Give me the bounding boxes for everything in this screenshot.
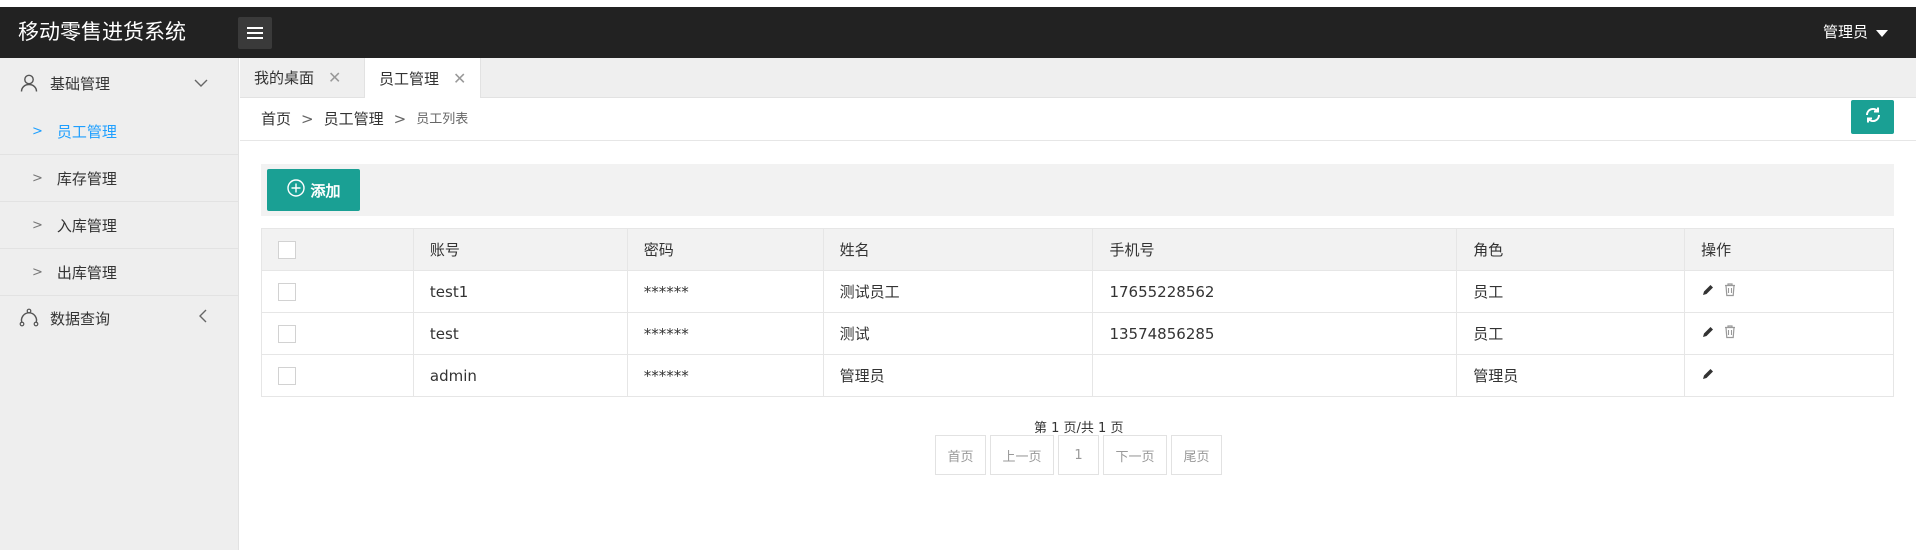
pagination-info: 第 1 页/共 1 页 bbox=[1034, 421, 1124, 436]
column-header: 角色 bbox=[1456, 228, 1686, 271]
breadcrumb-separator: > bbox=[301, 110, 314, 128]
sidebar-item-label: 入库管理 bbox=[56, 216, 117, 235]
chart-icon bbox=[18, 307, 40, 329]
cell-password: ****** bbox=[626, 270, 824, 313]
sidebar-group-basic[interactable]: 基础管理 bbox=[0, 58, 238, 108]
tab-label: 我的桌面 bbox=[254, 69, 315, 87]
breadcrumb: 首页 > 员工管理 > 员工列表 bbox=[261, 98, 468, 141]
select-all-cell bbox=[261, 228, 414, 271]
top-header: 移动零售进货系统 管理员 bbox=[0, 7, 1916, 58]
cell-account: test1 bbox=[412, 270, 628, 313]
cell-account: test bbox=[412, 312, 628, 355]
cell-actions bbox=[1684, 354, 1894, 397]
cell-role: 员工 bbox=[1456, 270, 1686, 313]
row-select-cell bbox=[261, 354, 414, 397]
cell-phone bbox=[1092, 354, 1458, 397]
row-select-cell bbox=[261, 270, 414, 313]
row-checkbox[interactable] bbox=[278, 324, 296, 343]
cell-actions bbox=[1684, 312, 1894, 355]
user-icon bbox=[18, 72, 40, 94]
add-label: 添加 bbox=[310, 181, 341, 200]
refresh-icon bbox=[1863, 105, 1883, 129]
chevron-right-icon: > bbox=[32, 170, 43, 186]
chevron-down-icon bbox=[194, 74, 208, 92]
sidebar-item-label: 库存管理 bbox=[56, 169, 117, 188]
column-header: 密码 bbox=[626, 228, 824, 271]
breadcrumb-separator: > bbox=[393, 110, 407, 128]
pagination-last[interactable]: 尾页 bbox=[1171, 435, 1222, 475]
table-row: test ****** 测试 13574856285 员工 bbox=[261, 312, 1894, 355]
chevron-right-icon: > bbox=[32, 217, 43, 233]
trash-icon[interactable] bbox=[1723, 324, 1737, 343]
row-select-cell bbox=[261, 312, 414, 355]
app-title: 移动零售进货系统 bbox=[18, 20, 186, 44]
sidebar-item-inventory[interactable]: > 库存管理 bbox=[0, 155, 238, 202]
pagination-current[interactable]: 1 bbox=[1058, 435, 1099, 475]
cell-name: 测试员工 bbox=[822, 270, 1094, 313]
tab-employee[interactable]: 员工管理 ✕ bbox=[364, 58, 482, 99]
cell-phone: 17655228562 bbox=[1092, 270, 1458, 313]
sidebar-item-employee[interactable]: > 员工管理 bbox=[0, 108, 238, 155]
menu-toggle-button[interactable] bbox=[238, 17, 272, 49]
column-header: 操作 bbox=[1684, 228, 1894, 271]
edit-icon[interactable] bbox=[1701, 325, 1715, 343]
cell-phone: 13574856285 bbox=[1092, 312, 1458, 355]
chevron-right-icon: > bbox=[32, 123, 43, 139]
user-menu[interactable]: 管理员 bbox=[1823, 7, 1888, 58]
sidebar-item-label: 员工管理 bbox=[56, 122, 117, 141]
row-checkbox[interactable] bbox=[278, 366, 296, 385]
breadcrumb-current: 员工列表 bbox=[416, 112, 469, 127]
sidebar-group-label: 基础管理 bbox=[50, 74, 111, 93]
sidebar-item-label: 出库管理 bbox=[56, 263, 117, 282]
edit-icon[interactable] bbox=[1701, 367, 1715, 385]
sidebar-item-stock-out[interactable]: > 出库管理 bbox=[0, 249, 238, 296]
close-icon[interactable]: ✕ bbox=[453, 59, 466, 99]
employee-table: 账号 密码 姓名 手机号 角色 操作 test1 ****** 测试员工 176… bbox=[261, 228, 1894, 397]
breadcrumb-bar: 首页 > 员工管理 > 员工列表 bbox=[240, 98, 1916, 141]
cell-name: 测试 bbox=[822, 312, 1094, 355]
cell-role: 员工 bbox=[1456, 312, 1686, 355]
table-row: test1 ****** 测试员工 17655228562 员工 bbox=[261, 270, 1894, 313]
close-icon[interactable]: ✕ bbox=[328, 58, 341, 98]
refresh-button[interactable] bbox=[1851, 100, 1894, 134]
sidebar-group-label: 数据查询 bbox=[50, 309, 111, 328]
column-header: 账号 bbox=[412, 228, 628, 271]
menu-icon bbox=[247, 27, 263, 39]
cell-password: ****** bbox=[626, 312, 824, 355]
sidebar-group-query[interactable]: 数据查询 bbox=[0, 296, 238, 340]
pagination-next[interactable]: 下一页 bbox=[1103, 435, 1167, 475]
row-checkbox[interactable] bbox=[278, 282, 296, 301]
cell-account: admin bbox=[412, 354, 628, 397]
edit-icon[interactable] bbox=[1701, 283, 1715, 301]
sidebar: 基础管理 > 员工管理 > 库存管理 > 入库管理 > 出库管理 数据查询 bbox=[0, 58, 239, 550]
sidebar-item-stock-in[interactable]: > 入库管理 bbox=[0, 202, 238, 249]
breadcrumb-home[interactable]: 首页 bbox=[261, 98, 291, 141]
pagination-prev[interactable]: 上一页 bbox=[990, 435, 1054, 475]
select-all-checkbox[interactable] bbox=[278, 240, 296, 259]
column-header: 手机号 bbox=[1092, 228, 1458, 271]
cell-name: 管理员 bbox=[822, 354, 1094, 397]
user-label: 管理员 bbox=[1822, 23, 1868, 41]
pagination-first[interactable]: 首页 bbox=[935, 435, 986, 475]
tab-bar: 我的桌面 ✕ 员工管理 ✕ bbox=[240, 58, 1916, 99]
chevron-left-icon bbox=[198, 309, 208, 327]
pagination: 首页 上一页 1 下一页 尾页 bbox=[935, 435, 1222, 475]
table-header-row: 账号 密码 姓名 手机号 角色 操作 bbox=[261, 228, 1894, 271]
caret-down-icon bbox=[1876, 30, 1888, 37]
top-gap bbox=[0, 0, 1916, 7]
chevron-right-icon: > bbox=[32, 264, 43, 280]
breadcrumb-employee[interactable]: 员工管理 bbox=[324, 98, 384, 141]
tab-label: 员工管理 bbox=[379, 69, 440, 88]
cell-password: ****** bbox=[626, 354, 824, 397]
add-employee-button[interactable]: 添加 bbox=[267, 169, 360, 211]
cell-role: 管理员 bbox=[1456, 354, 1686, 397]
column-header: 姓名 bbox=[822, 228, 1094, 271]
tab-desktop[interactable]: 我的桌面 ✕ bbox=[240, 58, 355, 98]
trash-icon[interactable] bbox=[1723, 282, 1737, 301]
table-toolbar: 添加 bbox=[261, 164, 1894, 216]
plus-circle-icon bbox=[286, 178, 306, 202]
cell-actions bbox=[1684, 270, 1894, 313]
table-row: admin ****** 管理员 管理员 bbox=[261, 354, 1894, 397]
